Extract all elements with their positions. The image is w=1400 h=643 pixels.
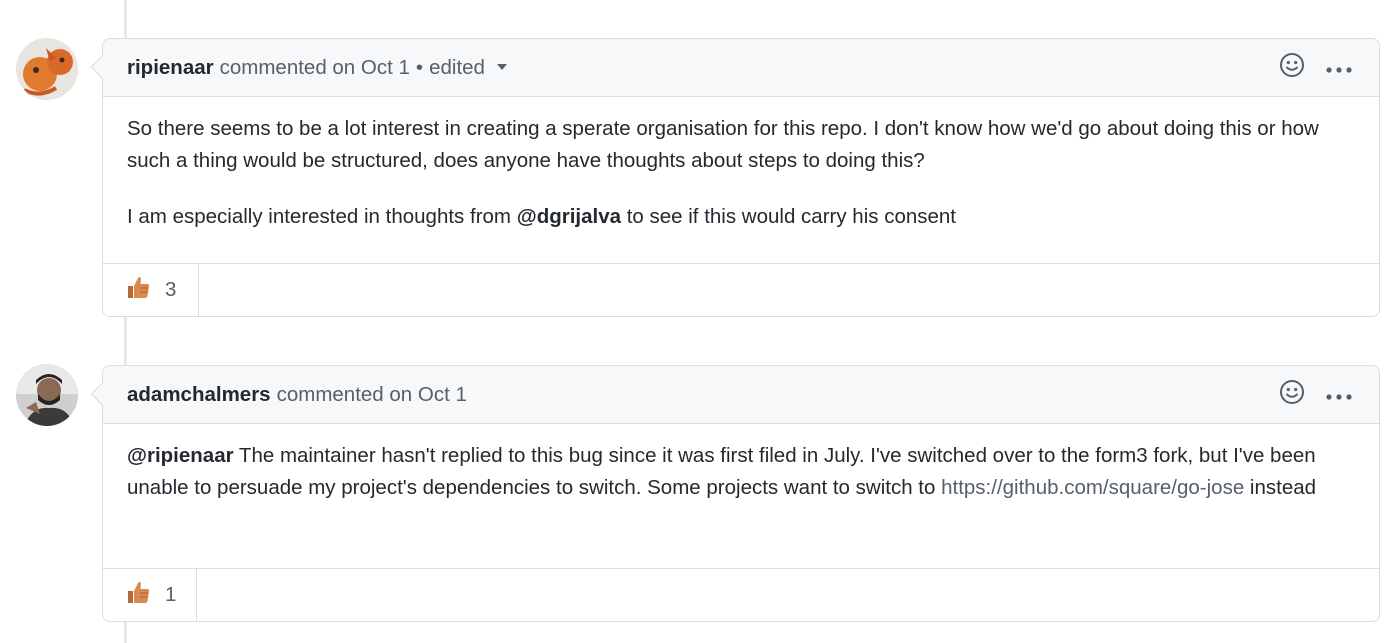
comment-author[interactable]: ripienaar xyxy=(127,56,214,80)
reaction-count: 1 xyxy=(165,583,177,606)
comment-actions xyxy=(1279,366,1353,423)
comment-header: ripienaar commented on Oct 1 • edited xyxy=(103,39,1379,97)
thumbs-up-icon xyxy=(125,579,151,611)
comment-header: adamchalmers commented on Oct 1 xyxy=(103,366,1379,424)
caret-down-icon xyxy=(496,64,507,71)
kebab-horizontal-icon[interactable] xyxy=(1325,56,1353,80)
reaction-thumbs-up[interactable]: 1 xyxy=(103,569,198,621)
user-mention[interactable]: @dgrijalva xyxy=(517,205,621,228)
comment-paragraph: I am especially interested in thoughts f… xyxy=(127,201,1355,233)
comment-actions xyxy=(1279,39,1353,96)
comment-box: ripienaar commented on Oct 1 • edited So… xyxy=(90,38,1380,317)
reaction-thumbs-up[interactable]: 3 xyxy=(103,264,200,316)
smiley-icon[interactable] xyxy=(1279,379,1305,411)
avatar[interactable] xyxy=(16,364,78,426)
external-link[interactable]: https://github.com/square/go-jose xyxy=(941,476,1244,499)
reaction-count: 3 xyxy=(165,278,177,301)
paragraph-text: instead xyxy=(1244,476,1317,499)
comment-body: So there seems to be a lot interest in c… xyxy=(103,97,1379,247)
kebab-horizontal-icon[interactable] xyxy=(1325,383,1353,407)
comment-body: @ripienaar The maintainer hasn't replied… xyxy=(103,424,1379,518)
reactions-bar: 1 xyxy=(103,568,1379,621)
thumbs-up-icon xyxy=(125,274,151,306)
separator-dot: • xyxy=(415,55,424,79)
comment-box: adamchalmers commented on Oct 1 @ripiena… xyxy=(90,365,1380,622)
comment-author[interactable]: adamchalmers xyxy=(127,383,271,407)
avatar[interactable] xyxy=(16,38,78,100)
reactions-bar: 3 xyxy=(103,263,1379,316)
comment-paragraph: So there seems to be a lot interest in c… xyxy=(127,117,1319,172)
paragraph-text: to see if this would carry his consent xyxy=(621,205,957,228)
smiley-icon[interactable] xyxy=(1279,52,1305,84)
edited-label: edited xyxy=(429,55,485,79)
user-mention[interactable]: @ripienaar xyxy=(127,444,234,467)
edited-dropdown[interactable]: edited xyxy=(429,56,507,80)
comment-paragraph: @ripienaar The maintainer hasn't replied… xyxy=(127,440,1357,504)
comment-timestamp[interactable]: commented on Oct 1 xyxy=(277,383,467,407)
paragraph-text: I am especially interested in thoughts f… xyxy=(127,205,517,228)
comment-timestamp[interactable]: commented on Oct 1 xyxy=(220,56,410,80)
